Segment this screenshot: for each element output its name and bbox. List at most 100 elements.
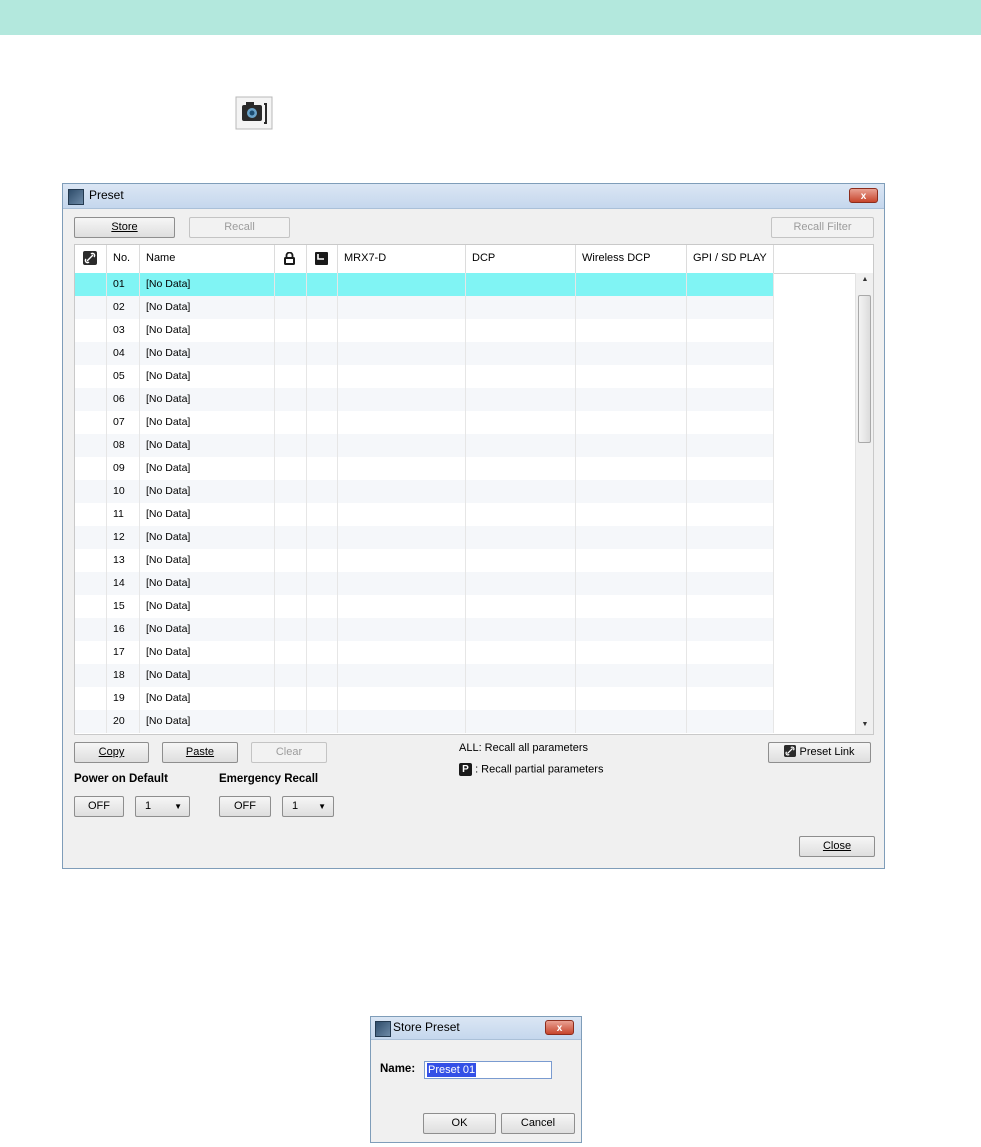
- row-cell: [75, 664, 107, 687]
- row-cell: [466, 595, 576, 618]
- table-row[interactable]: 17 [No Data]: [75, 641, 774, 664]
- row-cell: [275, 641, 307, 664]
- preset-name-input[interactable]: Preset 01: [424, 1061, 552, 1079]
- row-cell: [307, 549, 338, 572]
- row-cell: [687, 664, 774, 687]
- row-cell: [466, 549, 576, 572]
- row-cell: [275, 664, 307, 687]
- row-cell: [338, 296, 466, 319]
- row-cell: [576, 411, 687, 434]
- scroll-thumb[interactable]: [858, 295, 871, 443]
- row-cell: [687, 549, 774, 572]
- row-cell: [576, 526, 687, 549]
- gpi-sd-play-column-header: GPI / SD PLAY: [687, 245, 774, 273]
- preset-camera-icon[interactable]: [235, 96, 273, 130]
- clock-column-header: [307, 245, 338, 273]
- power-on-default-select[interactable]: 1 ▼: [135, 796, 190, 817]
- paste-button[interactable]: Paste: [162, 742, 238, 763]
- table-row[interactable]: 04 [No Data]: [75, 342, 774, 365]
- legend-all: ALL: Recall all parameters: [459, 742, 589, 754]
- table-row[interactable]: 10 [No Data]: [75, 480, 774, 503]
- row-cell: [307, 273, 338, 296]
- cancel-button[interactable]: Cancel: [501, 1113, 575, 1134]
- row-cell: [275, 434, 307, 457]
- table-row[interactable]: 12 [No Data]: [75, 526, 774, 549]
- clock-icon: [315, 251, 328, 265]
- row-cell: [75, 434, 107, 457]
- close-label: Close: [822, 840, 852, 852]
- row-name: [No Data]: [140, 273, 275, 296]
- row-name: [No Data]: [140, 411, 275, 434]
- emergency-recall-off-button[interactable]: OFF: [219, 796, 271, 817]
- row-number: 03: [107, 319, 140, 342]
- row-number: 02: [107, 296, 140, 319]
- row-cell: [75, 710, 107, 733]
- table-row[interactable]: 09 [No Data]: [75, 457, 774, 480]
- row-cell: [687, 480, 774, 503]
- preset-window-titlebar: Preset x: [63, 184, 884, 209]
- row-cell: [307, 480, 338, 503]
- row-cell: [687, 687, 774, 710]
- row-cell: [307, 641, 338, 664]
- copy-button[interactable]: Copy: [74, 742, 149, 763]
- row-name: [No Data]: [140, 503, 275, 526]
- row-name: [No Data]: [140, 388, 275, 411]
- row-cell: [75, 319, 107, 342]
- row-number: 19: [107, 687, 140, 710]
- table-row[interactable]: 05 [No Data]: [75, 365, 774, 388]
- ok-button[interactable]: OK: [423, 1113, 496, 1134]
- clear-button[interactable]: Clear: [251, 742, 327, 763]
- table-row[interactable]: 06 [No Data]: [75, 388, 774, 411]
- row-cell: [576, 641, 687, 664]
- table-row[interactable]: 11 [No Data]: [75, 503, 774, 526]
- scroll-up-icon[interactable]: ▲: [856, 276, 873, 283]
- row-cell: [466, 710, 576, 733]
- row-cell: [307, 618, 338, 641]
- recall-button[interactable]: Recall: [189, 217, 290, 238]
- store-dialog-close-button[interactable]: x: [545, 1020, 574, 1035]
- row-number: 13: [107, 549, 140, 572]
- row-number: 09: [107, 457, 140, 480]
- recall-filter-button[interactable]: Recall Filter: [771, 217, 874, 238]
- table-row[interactable]: 20 [No Data]: [75, 710, 774, 733]
- vertical-scrollbar[interactable]: ▲ ▼: [855, 273, 873, 734]
- table-row[interactable]: 02 [No Data]: [75, 296, 774, 319]
- close-button[interactable]: Close: [799, 836, 875, 857]
- table-row[interactable]: 19 [No Data]: [75, 687, 774, 710]
- table-row[interactable]: 08 [No Data]: [75, 434, 774, 457]
- table-row[interactable]: 16 [No Data]: [75, 618, 774, 641]
- row-cell: [466, 687, 576, 710]
- table-row[interactable]: 07 [No Data]: [75, 411, 774, 434]
- row-cell: [75, 549, 107, 572]
- store-button[interactable]: Store: [74, 217, 175, 238]
- power-on-default-off-button[interactable]: OFF: [74, 796, 124, 817]
- row-name: [No Data]: [140, 434, 275, 457]
- row-cell: [687, 388, 774, 411]
- table-row[interactable]: 01 [No Data]: [75, 273, 774, 296]
- table-row[interactable]: 18 [No Data]: [75, 664, 774, 687]
- lock-icon: [283, 251, 296, 265]
- row-cell: [576, 388, 687, 411]
- row-cell: [75, 641, 107, 664]
- row-cell: [338, 641, 466, 664]
- row-number: 14: [107, 572, 140, 595]
- scroll-down-icon[interactable]: ▼: [856, 721, 873, 728]
- row-number: 01: [107, 273, 140, 296]
- table-row[interactable]: 15 [No Data]: [75, 595, 774, 618]
- row-cell: [275, 319, 307, 342]
- row-cell: [466, 503, 576, 526]
- window-close-button[interactable]: x: [849, 188, 878, 203]
- row-cell: [307, 710, 338, 733]
- row-cell: [687, 503, 774, 526]
- store-preset-dialog: Store Preset x Name: Preset 01 OK Cancel: [370, 1016, 582, 1143]
- table-row[interactable]: 03 [No Data]: [75, 319, 774, 342]
- row-cell: [307, 503, 338, 526]
- preset-link-button[interactable]: Preset Link: [768, 742, 871, 763]
- row-cell: [338, 457, 466, 480]
- table-row[interactable]: 14 [No Data]: [75, 572, 774, 595]
- table-row[interactable]: 13 [No Data]: [75, 549, 774, 572]
- row-cell: [75, 273, 107, 296]
- app-icon: [375, 1021, 391, 1037]
- row-cell: [338, 365, 466, 388]
- emergency-recall-select[interactable]: 1 ▼: [282, 796, 334, 817]
